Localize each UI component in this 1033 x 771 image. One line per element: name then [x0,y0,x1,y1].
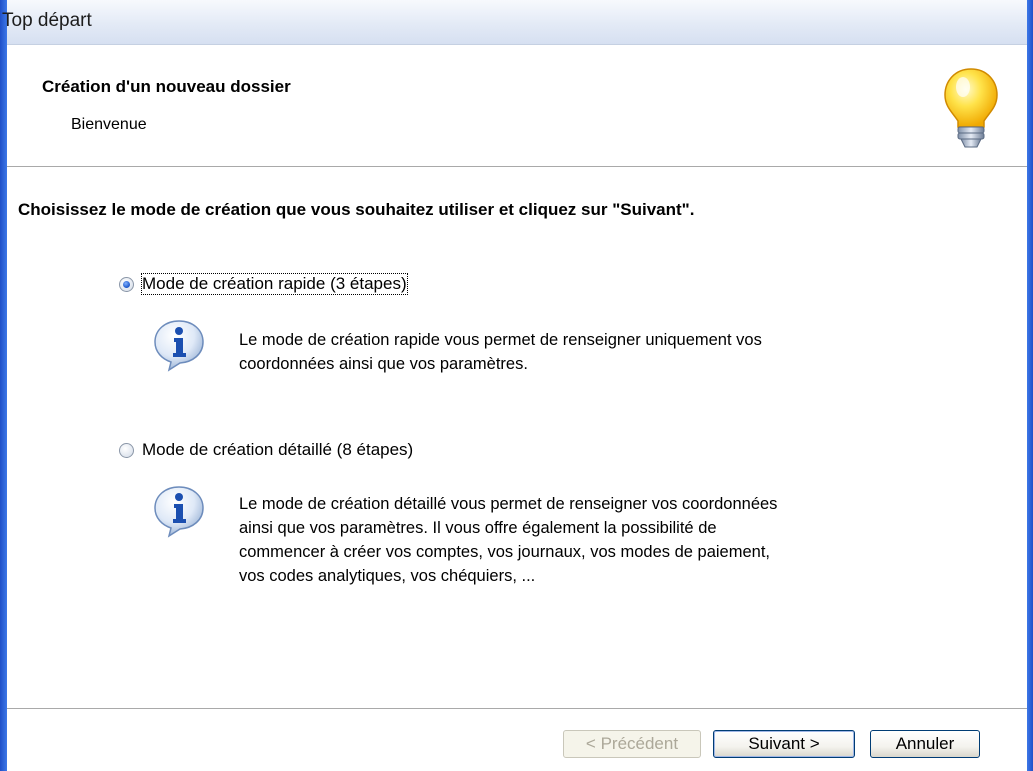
radio-button-detailed-mode[interactable] [119,442,134,458]
radio-label-detailed-mode[interactable]: Mode de création détaillé (8 étapes) [142,440,413,460]
window-frame-left [0,0,7,771]
info-icon [154,486,204,538]
description-line: Le mode de création rapide vous permet d… [239,331,762,349]
radio-label-quick-mode[interactable]: Mode de création rapide (3 étapes) [141,273,408,295]
window-title: Top départ [2,10,92,31]
cancel-button[interactable]: Annuler [870,730,980,758]
wizard-window: Top départ Création d'un nouveau dossier… [2,0,1027,771]
description-line: vos codes analytiques, vos chéquiers, ..… [239,567,536,585]
window-frame-right [1027,0,1033,771]
header-subtitle: Bienvenue [71,116,147,133]
quick-mode-description: Le mode de création rapide vous permet d… [239,328,959,376]
footer-separator [7,708,1027,710]
header-title: Création d'un nouveau dossier [42,77,291,96]
radio-button-quick-mode[interactable] [119,276,134,292]
description-line: coordonnées ainsi que vos paramètres. [239,355,528,373]
description-line: commencer à créer vos comptes, vos journ… [239,543,770,561]
previous-button[interactable]: < Précédent [563,730,701,758]
instruction-text: Choisissez le mode de création que vous … [18,200,695,219]
detailed-mode-description: Le mode de création détaillé vous permet… [239,492,959,588]
lightbulb-icon [944,68,998,148]
header-separator [7,166,1027,168]
description-line: Le mode de création détaillé vous permet… [239,495,778,513]
title-bar[interactable]: Top départ [2,0,1027,45]
radio-option-detailed-mode[interactable]: Mode de création détaillé (8 étapes) [119,437,413,463]
wizard-header: Création d'un nouveau dossier Bienvenue [7,45,1027,165]
radio-option-quick-mode[interactable]: Mode de création rapide (3 étapes) [119,271,408,297]
info-icon [154,320,204,372]
next-button[interactable]: Suivant > [713,730,855,758]
description-line: ainsi que vos paramètres. Il vous offre … [239,519,717,537]
